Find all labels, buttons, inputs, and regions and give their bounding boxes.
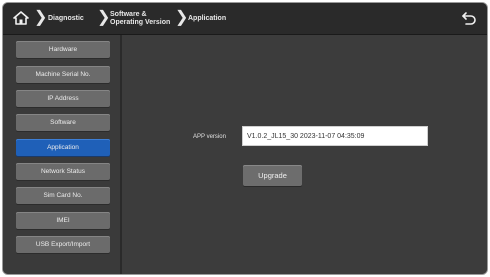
- sidebar-item-software[interactable]: Software: [16, 114, 110, 131]
- upgrade-button[interactable]: Upgrade: [243, 165, 302, 186]
- breadcrumb-software-line2: Operating Version: [110, 19, 171, 26]
- sidebar-item-machine-serial-no[interactable]: Machine Serial No.: [16, 66, 110, 83]
- home-icon[interactable]: [13, 11, 29, 25]
- chevron-right-icon: ❯: [34, 9, 48, 26]
- sidebar-item-imei[interactable]: IMEI: [16, 212, 110, 229]
- sidebar: Hardware Machine Serial No. IP Address S…: [3, 35, 122, 274]
- top-bar: ❯ Diagnostic ❯ Software & Operating Vers…: [3, 3, 487, 35]
- breadcrumb-software-line1: Software &: [110, 11, 147, 18]
- main-panel: APP version V1.0.2_JL15_30 2023-11-07 04…: [122, 35, 487, 274]
- chevron-right-icon: ❯: [97, 9, 111, 26]
- breadcrumb-diagnostic[interactable]: Diagnostic: [48, 15, 84, 23]
- back-arrow-icon[interactable]: [461, 10, 477, 26]
- sidebar-item-ip-address[interactable]: IP Address: [16, 90, 110, 107]
- sidebar-item-application[interactable]: Application: [16, 139, 110, 156]
- sidebar-item-usb-export-import[interactable]: USB Export/Import: [16, 236, 110, 253]
- sidebar-item-sim-card-no[interactable]: Sim Card No.: [16, 187, 110, 204]
- sidebar-item-hardware[interactable]: Hardware: [16, 41, 110, 58]
- app-version-field: V1.0.2_JL15_30 2023-11-07 04:35:09: [242, 126, 428, 146]
- breadcrumb-application: Application: [188, 15, 227, 22]
- sidebar-item-network-status[interactable]: Network Status: [16, 163, 110, 180]
- app-window: ❯ Diagnostic ❯ Software & Operating Vers…: [2, 2, 488, 275]
- chevron-right-icon: ❯: [175, 9, 189, 26]
- breadcrumb-software-operating-version[interactable]: Software & Operating Version: [110, 11, 170, 27]
- app-version-label: APP version: [193, 134, 226, 140]
